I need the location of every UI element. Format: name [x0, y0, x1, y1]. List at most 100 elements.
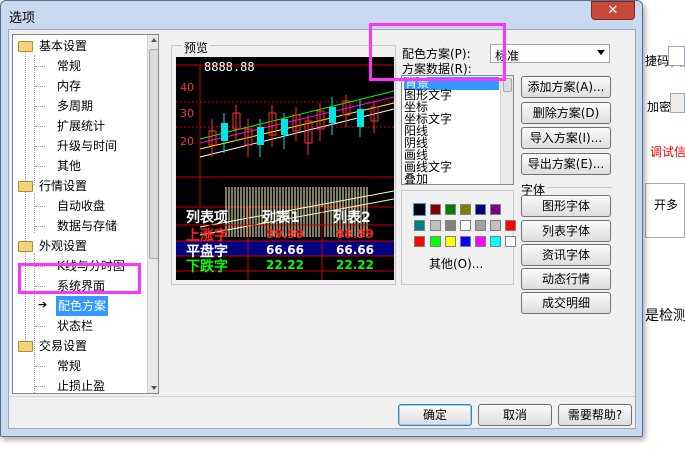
tree-line	[35, 206, 45, 207]
tree-line	[35, 146, 45, 147]
color-swatch[interactable]	[445, 220, 456, 231]
color-swatch[interactable]	[430, 220, 441, 231]
bg-combo[interactable]	[670, 93, 685, 113]
color-swatch[interactable]	[430, 236, 441, 247]
tree-line	[35, 66, 45, 67]
color-swatch[interactable]	[490, 236, 501, 247]
tree-item-general[interactable]: 常规	[57, 56, 81, 76]
bg-input[interactable]	[668, 46, 685, 66]
dynamic-quote-button[interactable]: 动态行情	[521, 268, 611, 290]
tree-item-data-storage[interactable]: 数据与存储	[57, 216, 117, 236]
settings-tree: 基本设置 常规 内存 多周期 扩展统计 升级与时间 其他 行情设置 自动收盘 数…	[12, 34, 159, 394]
row-flat-value1: 66.66	[266, 243, 304, 257]
color-swatch[interactable]	[475, 220, 486, 231]
chevron-down-icon	[597, 50, 605, 55]
ma-line-yellow	[199, 102, 394, 150]
color-swatch[interactable]	[430, 204, 441, 215]
tree-item-upgrade-time[interactable]: 升级与时间	[57, 136, 117, 156]
close-button[interactable]: ✕	[591, 1, 635, 20]
bg-text-open: 开多	[654, 198, 679, 212]
list-scrollbar[interactable]	[500, 76, 513, 184]
table-header-item: 列表项	[186, 210, 228, 226]
table-header-col2: 列表2	[333, 210, 371, 226]
scroll-up-icon[interactable]	[151, 38, 157, 42]
candles	[208, 95, 379, 157]
color-swatch[interactable]	[490, 204, 501, 215]
tree-line	[35, 366, 45, 367]
font-group-divider	[547, 187, 612, 188]
color-swatch[interactable]	[460, 204, 471, 215]
folder-icon	[18, 41, 33, 52]
tree-scrollbar[interactable]	[147, 35, 158, 393]
preview-canvas: 8888.88 40 30 20 列表项 列表1 列表2 上涨字 99.99 9…	[176, 57, 394, 280]
options-dialog: 选项 ✕ 基本设置 常规 内存 多周期 扩展统计 升级与时间 其他 行情设置 自…	[0, 0, 643, 437]
help-button[interactable]: 需要帮助?	[558, 404, 632, 426]
add-scheme-button[interactable]: 添加方案(A)...	[521, 76, 611, 98]
color-swatch[interactable]	[475, 236, 486, 247]
row-down-label: 下跌字	[186, 259, 228, 275]
tree-item-market-settings[interactable]: 行情设置	[39, 176, 87, 196]
tree-item-trade-general[interactable]: 常规	[57, 356, 81, 376]
bg-text-debug: 调试信	[650, 145, 685, 159]
scheme-data-list[interactable]: 背景 图形文字 坐标 坐标文字 阳线 阴线 画线 画线文字 叠加	[401, 75, 514, 185]
color-swatch[interactable]	[490, 220, 501, 231]
tree-item-appearance[interactable]: 外观设置	[39, 236, 87, 256]
tree-item-auto-close[interactable]: 自动收盘	[57, 196, 105, 216]
title-bar[interactable]: 选项 ✕	[1, 1, 642, 29]
tree-item-trade-settings[interactable]: 交易设置	[39, 336, 87, 356]
scroll-down-icon[interactable]	[151, 386, 157, 390]
tree-item-stop-loss[interactable]: 止损止盈	[57, 376, 105, 393]
cancel-button[interactable]: 取消	[478, 404, 552, 426]
tree-line	[25, 49, 26, 349]
color-swatch[interactable]	[460, 220, 471, 231]
dialog-title: 选项	[9, 11, 36, 26]
y-tick-40: 40	[180, 81, 194, 94]
row-down-value2: 22.22	[336, 258, 374, 272]
color-panel: 其他(O)...	[401, 190, 516, 285]
delete-scheme-button[interactable]: 删除方案(D)	[521, 102, 611, 124]
tree-item-color-scheme[interactable]: 配色方案	[56, 296, 109, 316]
graph-font-button[interactable]: 图形字体	[521, 195, 611, 217]
y-tick-30: 30	[180, 107, 194, 120]
export-scheme-button[interactable]: 导出方案(E)...	[521, 153, 611, 175]
scheme-select[interactable]: 标准	[490, 44, 610, 63]
list-font-button[interactable]: 列表字体	[521, 220, 611, 242]
color-swatch[interactable]	[505, 220, 516, 231]
ma-line-magenta	[199, 96, 394, 144]
color-swatch[interactable]	[414, 236, 425, 247]
color-swatch[interactable]	[460, 236, 471, 247]
tree-line	[35, 126, 45, 127]
color-swatch[interactable]	[414, 220, 425, 231]
ma-line-white	[199, 108, 394, 158]
color-swatch[interactable]	[445, 236, 456, 247]
trade-detail-button[interactable]: 成交明细	[521, 292, 611, 314]
tree-item-basic-settings[interactable]: 基本设置	[39, 36, 87, 56]
bg-text-check: 是检测	[645, 308, 685, 324]
color-swatch[interactable]	[475, 204, 486, 215]
news-font-button[interactable]: 资讯字体	[521, 244, 611, 266]
highlight-box-color-scheme	[18, 263, 141, 294]
folder-icon	[18, 181, 33, 192]
tree-line	[35, 226, 45, 227]
color-swatch[interactable]	[445, 204, 456, 215]
tree-item-status-bar[interactable]: 状态栏	[57, 316, 93, 336]
tree-item-other[interactable]: 其他	[57, 156, 81, 176]
preview-label: 预览	[182, 39, 211, 56]
other-color-link[interactable]: 其他(O)...	[429, 255, 483, 272]
tree-line	[35, 86, 45, 87]
footer-divider	[9, 396, 635, 397]
row-up-value1: 99.99	[266, 227, 304, 241]
row-up-value2: 99.99	[336, 227, 374, 241]
list-item[interactable]: 叠加	[404, 173, 428, 185]
highlight-box-scheme-data	[369, 23, 506, 81]
scroll-thumb[interactable]	[149, 49, 158, 259]
tree-item-extended-stats[interactable]: 扩展统计	[57, 116, 105, 136]
tree-item-memory[interactable]: 内存	[57, 76, 81, 96]
tree-line	[34, 353, 35, 393]
table-header-col1: 列表1	[262, 210, 300, 226]
color-swatch-selected[interactable]	[413, 203, 426, 216]
import-scheme-button[interactable]: 导入方案(I)...	[521, 127, 611, 149]
tree-item-multi-period[interactable]: 多周期	[57, 96, 93, 116]
color-swatch[interactable]	[505, 236, 516, 247]
ok-button[interactable]: 确定	[398, 404, 472, 426]
